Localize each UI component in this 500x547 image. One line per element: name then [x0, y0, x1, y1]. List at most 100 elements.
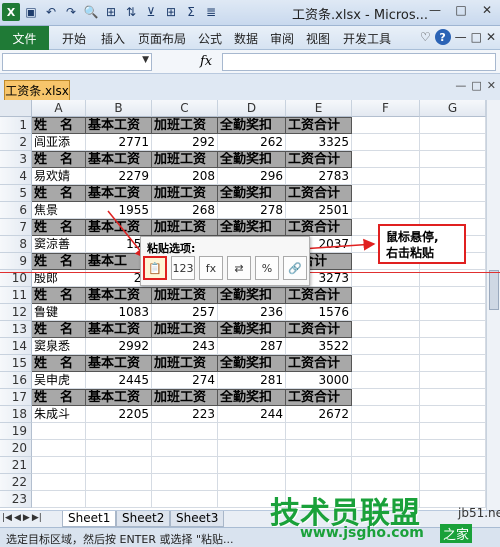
excel-app-icon[interactable]: X — [2, 3, 20, 21]
row-header[interactable]: 8 — [0, 236, 32, 253]
row-header[interactable]: 3 — [0, 151, 32, 168]
cell-b16[interactable]: 2445 — [86, 372, 152, 389]
cell-d18[interactable]: 244 — [218, 406, 286, 423]
close-button[interactable]: ✕ — [474, 0, 500, 20]
column-header-e[interactable]: E — [286, 100, 352, 117]
cell-g21[interactable] — [420, 457, 486, 474]
cell-a9[interactable]: 姓 名 — [32, 253, 86, 270]
cell-b6[interactable]: 1955 — [86, 202, 152, 219]
row-header[interactable]: 5 — [0, 185, 32, 202]
print-preview-icon[interactable]: 🔍 — [82, 3, 100, 21]
cell-b13[interactable]: 基本工资 — [86, 321, 152, 338]
column-header-g[interactable]: G — [420, 100, 486, 117]
insert-function-icon[interactable]: fx — [200, 54, 212, 69]
sort-icon[interactable]: ⇅ — [122, 3, 140, 21]
doc-restore-button[interactable]: □ — [471, 30, 482, 44]
doc-minimize-button[interactable]: — — [455, 30, 467, 44]
cell-e1[interactable]: 工资合计 — [286, 117, 352, 134]
cell-a11[interactable]: 姓 名 — [32, 287, 86, 304]
cell-c12[interactable]: 257 — [152, 304, 218, 321]
cell-b17[interactable]: 基本工资 — [86, 389, 152, 406]
paste-formulas-icon[interactable]: fx — [199, 256, 223, 280]
cell-b18[interactable]: 2205 — [86, 406, 152, 423]
cell-f19[interactable] — [352, 423, 420, 440]
cell-g18[interactable] — [420, 406, 486, 423]
cell-b21[interactable] — [86, 457, 152, 474]
cell-g15[interactable] — [420, 355, 486, 372]
cell-f15[interactable] — [352, 355, 420, 372]
row-header[interactable]: 20 — [0, 440, 32, 457]
cell-g17[interactable] — [420, 389, 486, 406]
cell-e5[interactable]: 工资合计 — [286, 185, 352, 202]
cell-f13[interactable] — [352, 321, 420, 338]
row-header[interactable]: 9 — [0, 253, 32, 270]
cell-e21[interactable] — [286, 457, 352, 474]
cell-g22[interactable] — [420, 474, 486, 491]
cell-d2[interactable]: 262 — [218, 134, 286, 151]
cell-c18[interactable]: 223 — [152, 406, 218, 423]
cell-c1[interactable]: 加班工资 — [152, 117, 218, 134]
workbook-minimize-button[interactable]: — — [455, 79, 466, 92]
cell-c21[interactable] — [152, 457, 218, 474]
prev-sheet-icon[interactable]: ◀ — [14, 513, 21, 523]
cell-g2[interactable] — [420, 134, 486, 151]
cell-a6[interactable]: 焦景 — [32, 202, 86, 219]
cell-e12[interactable]: 1576 — [286, 304, 352, 321]
cell-e16[interactable]: 3000 — [286, 372, 352, 389]
cell-c3[interactable]: 加班工资 — [152, 151, 218, 168]
cell-e18[interactable]: 2672 — [286, 406, 352, 423]
first-sheet-icon[interactable]: |◀ — [2, 513, 12, 523]
redo-icon[interactable]: ↷ — [62, 3, 80, 21]
doc-close-button[interactable]: ✕ — [486, 30, 496, 44]
tab-sheet3[interactable]: Sheet3 — [170, 511, 225, 527]
cell-e19[interactable] — [286, 423, 352, 440]
cell-g5[interactable] — [420, 185, 486, 202]
cell-b12[interactable]: 1083 — [86, 304, 152, 321]
row-header[interactable]: 11 — [0, 287, 32, 304]
row-header[interactable]: 15 — [0, 355, 32, 372]
cell-d6[interactable]: 278 — [218, 202, 286, 219]
cell-d19[interactable] — [218, 423, 286, 440]
cell-a23[interactable] — [32, 491, 86, 508]
cell-d21[interactable] — [218, 457, 286, 474]
filter-icon[interactable]: ⊻ — [142, 3, 160, 21]
cell-e17[interactable]: 工资合计 — [286, 389, 352, 406]
cell-c2[interactable]: 292 — [152, 134, 218, 151]
cell-c22[interactable] — [152, 474, 218, 491]
cell-d17[interactable]: 全勤奖扣 — [218, 389, 286, 406]
cell-b14[interactable]: 2992 — [86, 338, 152, 355]
cell-g13[interactable] — [420, 321, 486, 338]
cell-b22[interactable] — [86, 474, 152, 491]
cell-a5[interactable]: 姓 名 — [32, 185, 86, 202]
row-header[interactable]: 18 — [0, 406, 32, 423]
row-header[interactable]: 12 — [0, 304, 32, 321]
cell-c14[interactable]: 243 — [152, 338, 218, 355]
cell-g3[interactable] — [420, 151, 486, 168]
cell-c6[interactable]: 268 — [152, 202, 218, 219]
column-header-f[interactable]: F — [352, 100, 420, 117]
cell-b19[interactable] — [86, 423, 152, 440]
workbook-restore-button[interactable]: □ — [471, 79, 481, 92]
last-sheet-icon[interactable]: ▶| — [32, 513, 42, 523]
tab-insert[interactable]: 插入 — [101, 30, 125, 47]
cell-f21[interactable] — [352, 457, 420, 474]
cell-e7[interactable]: 工资合计 — [286, 219, 352, 236]
cell-f18[interactable] — [352, 406, 420, 423]
row-header[interactable]: 21 — [0, 457, 32, 474]
cell-a1[interactable]: 姓 名 — [32, 117, 86, 134]
cell-d1[interactable]: 全勤奖扣 — [218, 117, 286, 134]
cell-c5[interactable]: 加班工资 — [152, 185, 218, 202]
paste-link-icon[interactable]: 🔗 — [283, 256, 307, 280]
cell-c19[interactable] — [152, 423, 218, 440]
cell-a4[interactable]: 易欢婧 — [32, 168, 86, 185]
ribbon-collapse-icon[interactable]: ♡ — [420, 30, 431, 44]
cell-e11[interactable]: 工资合计 — [286, 287, 352, 304]
tab-page-layout[interactable]: 页面布局 — [138, 30, 186, 47]
name-box[interactable]: ▼ — [2, 53, 152, 71]
row-header[interactable]: 22 — [0, 474, 32, 491]
cell-d3[interactable]: 全勤奖扣 — [218, 151, 286, 168]
cell-g4[interactable] — [420, 168, 486, 185]
cell-c20[interactable] — [152, 440, 218, 457]
cell-a14[interactable]: 窦泉悉 — [32, 338, 86, 355]
cell-a12[interactable]: 鲁键 — [32, 304, 86, 321]
